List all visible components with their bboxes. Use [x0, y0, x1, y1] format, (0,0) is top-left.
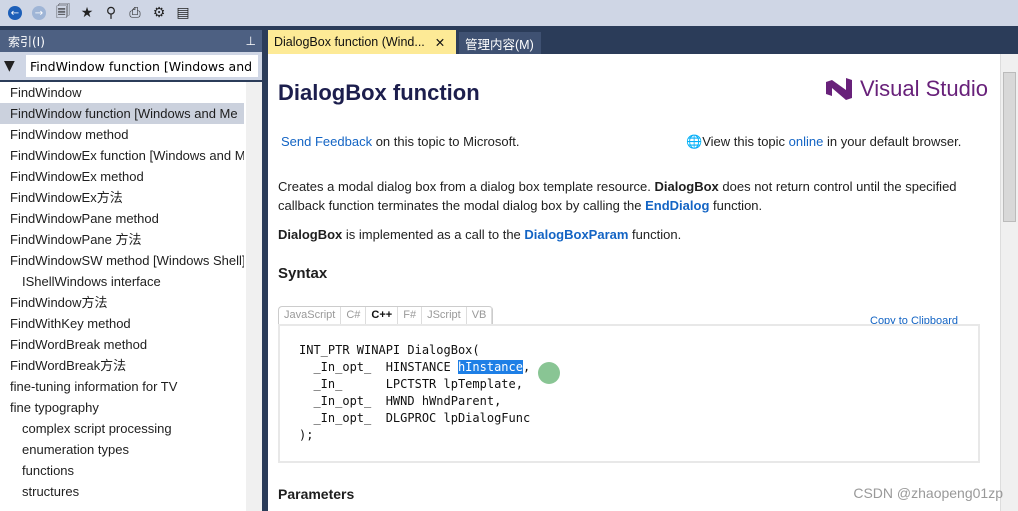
index-list-item[interactable]: IShellWindows interface	[0, 271, 244, 292]
language-tabs: JavaScript C# C++ F# JScript VB	[278, 306, 494, 324]
settings-icon[interactable]: ⚙	[150, 4, 168, 22]
enddialog-link[interactable]: EndDialog	[645, 198, 709, 213]
close-icon[interactable]: ✕	[435, 35, 445, 50]
dialogboxparam-link[interactable]: DialogBoxParam	[524, 227, 628, 242]
filter-row: ▼ ✕	[0, 52, 262, 102]
index-list-item[interactable]: FindWindow	[0, 82, 244, 103]
index-list: FindWindow FindWindow function [Windows a…	[0, 82, 262, 511]
selected-text: hInstance	[457, 360, 523, 374]
language-tab[interactable]: JScript	[422, 307, 467, 324]
index-list-item[interactable]: FindWindowEx method	[0, 166, 244, 187]
tab-manage-content[interactable]: 管理内容(M)	[459, 32, 541, 54]
index-list-item[interactable]: FindWindowEx方法	[0, 187, 244, 208]
description: Creates a modal dialog box from a dialog…	[278, 179, 957, 213]
search-icon[interactable]: ⚲	[102, 4, 120, 22]
index-list-item[interactable]: FindWindowEx function [Windows and M	[0, 145, 244, 166]
scrollbar-thumb[interactable]	[1003, 72, 1016, 222]
tab-label: 管理内容(M)	[465, 37, 534, 52]
index-search-input[interactable]	[26, 55, 258, 77]
index-list-item[interactable]: functions	[0, 460, 244, 481]
mouse-cursor-highlight	[538, 362, 560, 384]
index-list-item[interactable]: FindWordBreak方法	[0, 355, 244, 376]
index-list-item[interactable]: FindWindow方法	[0, 292, 244, 313]
document-content: DialogBox function Visual Studio Send Fe…	[268, 54, 1000, 511]
visual-studio-logo: Visual Studio	[824, 76, 988, 102]
index-list-item[interactable]: fine-tuning information for TV	[0, 376, 244, 397]
sync-contents-icon[interactable]: 🗐	[54, 4, 72, 22]
back-icon[interactable]: ←	[6, 4, 24, 22]
visual-studio-icon	[826, 78, 852, 100]
index-list-item[interactable]: FindWithKey method	[0, 313, 244, 334]
pin-icon[interactable]: ⊥	[246, 34, 256, 48]
index-list-item[interactable]: fine typography	[0, 397, 244, 418]
code-block[interactable]: INT_PTR WINAPI DialogBox( _In_opt_ HINST…	[278, 324, 980, 463]
page-title: DialogBox function	[278, 80, 480, 105]
language-tab[interactable]: C#	[341, 307, 367, 324]
index-list-item[interactable]: FindWindowPane method	[0, 208, 244, 229]
online-link[interactable]: online	[789, 134, 824, 149]
index-list-item[interactable]: FindWindow function [Windows and Me	[0, 103, 244, 124]
index-list-item[interactable]: FindWordBreak method	[0, 334, 244, 355]
index-panel: 索引(I) ⊥ ▼ ✕ FindWindowFindWindow functio…	[0, 30, 262, 511]
index-list-item[interactable]: FindWindowPane 方法	[0, 229, 244, 250]
document-scrollbar[interactable]	[1000, 54, 1018, 511]
toolbar: ← → 🗐 ★ ⚲ ⎙ ⚙ ▤	[0, 0, 1018, 26]
add-favorite-icon[interactable]: ★	[78, 4, 96, 22]
tab-label: DialogBox function (Wind...	[274, 35, 425, 49]
tab-dialogbox[interactable]: DialogBox function (Wind... ✕	[268, 30, 456, 54]
watermark: CSDN @zhaopeng01zp	[853, 485, 1003, 501]
index-list-item[interactable]: FindWindowSW method [Windows Shell]	[0, 250, 244, 271]
filter-icon: ▼	[4, 58, 15, 74]
language-tab[interactable]: F#	[398, 307, 423, 324]
language-tab[interactable]: JavaScript	[279, 307, 342, 324]
library-icon[interactable]: ▤	[174, 4, 192, 22]
feedback-line: Send Feedback on this topic to Microsoft…	[281, 134, 520, 149]
forward-icon[interactable]: →	[30, 4, 48, 22]
index-panel-title: 索引(I)	[8, 34, 45, 49]
document-area: DialogBox function (Wind... ✕ 管理内容(M) Dia…	[268, 30, 1018, 511]
print-icon[interactable]: ⎙	[126, 4, 144, 22]
language-tab[interactable]: C++	[366, 307, 399, 324]
send-feedback-link[interactable]: Send Feedback	[281, 134, 372, 149]
index-list-item[interactable]: structures	[0, 481, 244, 502]
parameters-heading: Parameters	[278, 486, 355, 502]
browser-icon: 🌐	[686, 134, 703, 149]
index-list-item[interactable]: enumeration types	[0, 439, 244, 460]
syntax-heading: Syntax	[278, 265, 328, 282]
tab-bar: DialogBox function (Wind... ✕ 管理内容(M)	[268, 30, 1018, 54]
index-list-item[interactable]: complex script processing	[0, 418, 244, 439]
index-panel-header: 索引(I) ⊥	[0, 30, 262, 52]
index-scrollbar[interactable]	[246, 82, 262, 511]
index-list-item[interactable]: FindWindow method	[0, 124, 244, 145]
implementation-note: DialogBox is implemented as a call to th…	[278, 227, 682, 242]
language-tab[interactable]: VB	[467, 307, 493, 324]
online-line: 🌐View this topic online in your default …	[686, 134, 962, 149]
